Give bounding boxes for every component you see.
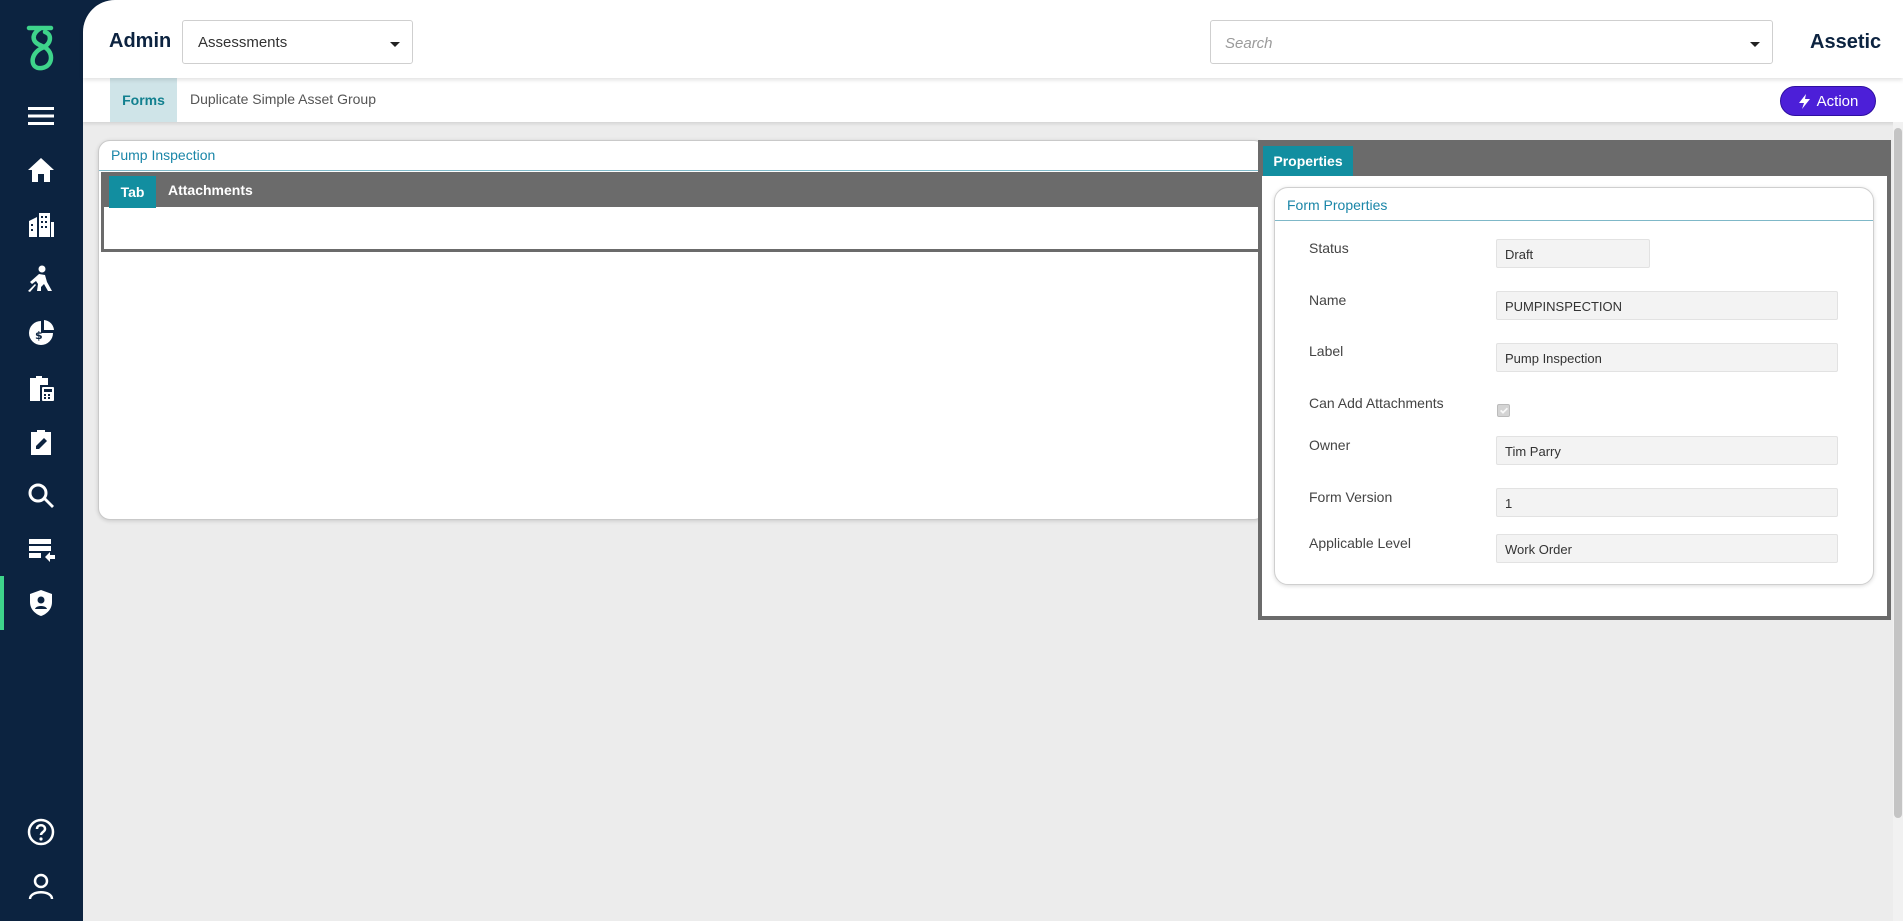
name-field[interactable]: PUMPINSPECTION — [1496, 291, 1838, 320]
shield-user-icon[interactable] — [24, 586, 58, 620]
form-tabs-area: Tab Attachments — [101, 172, 1267, 252]
breadcrumb: Forms Duplicate Simple Asset Group Actio… — [83, 78, 1903, 122]
label-label: Label — [1309, 343, 1344, 359]
scrollbar-thumb[interactable] — [1894, 128, 1902, 818]
form-title: Pump Inspection — [111, 147, 216, 163]
divider — [99, 170, 1265, 171]
clipboard-calculator-icon[interactable] — [24, 371, 58, 405]
applicable-level-field[interactable]: Work Order — [1496, 534, 1838, 563]
assessment-icon[interactable] — [24, 425, 58, 459]
owner-field[interactable]: Tim Parry — [1496, 436, 1838, 465]
data-import-icon[interactable] — [24, 533, 58, 567]
properties-panel: Properties Form Properties Status Draft … — [1258, 140, 1891, 620]
tab-attachments[interactable]: Attachments — [168, 182, 253, 198]
module-select[interactable]: Assessments — [182, 20, 413, 64]
svg-text:$: $ — [35, 329, 43, 342]
page-title: Admin — [109, 30, 172, 52]
hamburger-menu-icon[interactable] — [24, 99, 58, 133]
sidebar-active-indicator — [0, 576, 4, 630]
chevron-down-icon[interactable] — [1750, 42, 1760, 47]
tab-properties[interactable]: Properties — [1263, 146, 1353, 176]
search-input[interactable] — [1225, 32, 1725, 54]
module-select-value: Assessments — [198, 34, 288, 51]
worker-icon[interactable] — [24, 262, 58, 296]
name-label: Name — [1309, 292, 1347, 308]
breadcrumb-current[interactable]: Duplicate Simple Asset Group — [190, 91, 376, 107]
form-properties-card: Form Properties Status Draft Name PUMPIN… — [1274, 187, 1874, 585]
home-icon[interactable] — [24, 153, 58, 187]
chevron-down-icon — [390, 42, 400, 47]
finance-icon[interactable]: $ — [24, 316, 58, 350]
properties-body: Form Properties Status Draft Name PUMPIN… — [1262, 176, 1887, 616]
action-button-label: Action — [1816, 92, 1859, 110]
can-add-attachments-checkbox[interactable] — [1497, 404, 1510, 417]
help-circle-icon[interactable] — [24, 815, 58, 849]
form-version-label: Form Version — [1309, 489, 1393, 505]
form-tabs-strip: Tab Attachments — [104, 172, 1264, 208]
brand-name: Assetic — [1810, 31, 1882, 53]
can-add-attachments-label: Can Add Attachments — [1309, 395, 1444, 411]
form-panel: Pump Inspection Tab Attachments — [98, 140, 1267, 520]
search-icon[interactable] — [24, 479, 58, 513]
check-icon — [1499, 407, 1508, 414]
user-icon[interactable] — [24, 869, 58, 903]
status-field[interactable]: Draft — [1496, 239, 1650, 268]
top-header: Admin Assessments Assetic — [83, 0, 1903, 78]
page-scrollbar[interactable] — [1893, 122, 1903, 921]
buildings-icon[interactable] — [24, 208, 58, 242]
status-label: Status — [1309, 240, 1349, 256]
divider — [1275, 220, 1873, 221]
lightning-icon — [1798, 93, 1810, 109]
action-button[interactable]: Action — [1780, 86, 1876, 116]
applicable-level-label: Applicable Level — [1309, 535, 1411, 551]
form-version-field[interactable]: 1 — [1496, 488, 1838, 517]
breadcrumb-forms[interactable]: Forms — [110, 78, 177, 122]
sidebar: $ — [0, 0, 83, 921]
label-field[interactable]: Pump Inspection — [1496, 343, 1838, 372]
assetic-logo[interactable] — [21, 24, 63, 72]
search-box[interactable] — [1210, 20, 1773, 64]
tab-tab[interactable]: Tab — [109, 176, 156, 208]
form-properties-title: Form Properties — [1287, 197, 1388, 213]
owner-label: Owner — [1309, 437, 1351, 453]
